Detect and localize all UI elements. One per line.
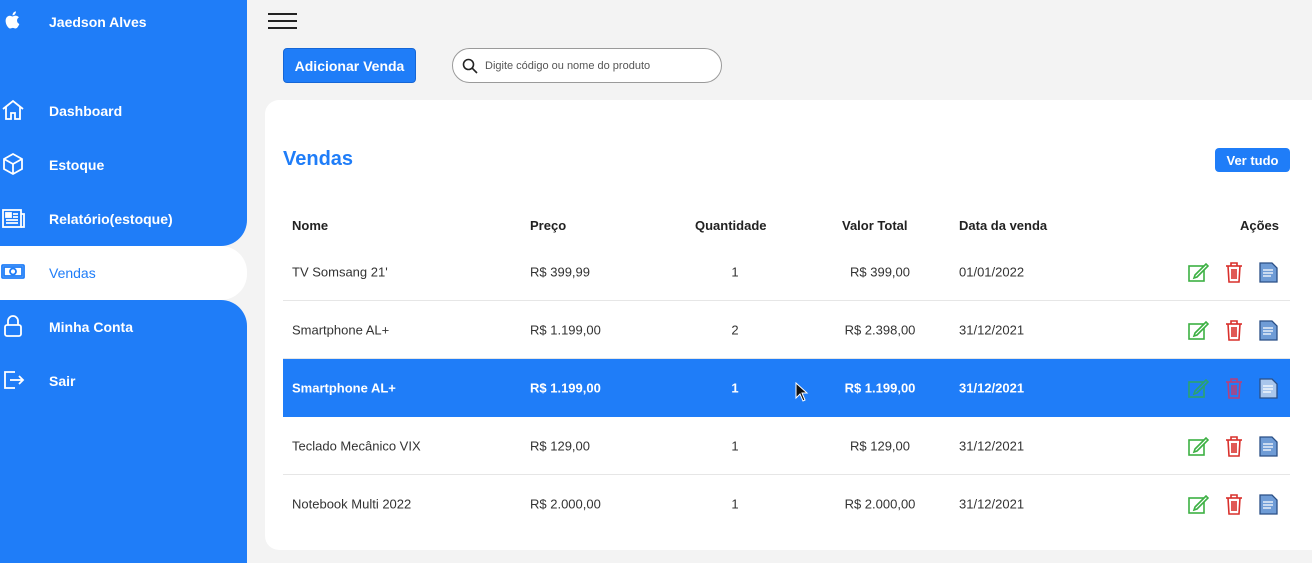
- cell-quantidade-value: 1: [731, 438, 739, 453]
- sidebar-item-minha-conta[interactable]: Minha Conta: [0, 312, 247, 342]
- add-sale-button[interactable]: Adicionar Venda: [283, 48, 416, 83]
- table-row-selected[interactable]: Smartphone AL+ R$ 1.199,00 1 R$ 1.199,00…: [283, 359, 1290, 417]
- cell-valor-total-value: R$ 399,00: [850, 264, 910, 279]
- search-box: [452, 48, 722, 83]
- column-header-preco: Preço: [530, 218, 567, 233]
- cell-preco: R$ 1.199,00: [530, 380, 601, 395]
- hamburger-line: [268, 13, 297, 15]
- document-icon[interactable]: [1257, 260, 1279, 284]
- delete-icon[interactable]: [1223, 376, 1245, 400]
- column-header-nome: Nome: [292, 218, 329, 233]
- search-icon: [462, 58, 478, 74]
- sidebar-item-estoque[interactable]: Estoque: [0, 150, 247, 180]
- box-icon: [3, 152, 23, 176]
- column-header-valor-total: Valor Total: [842, 218, 908, 233]
- document-icon[interactable]: [1257, 492, 1279, 516]
- edit-icon[interactable]: [1187, 260, 1209, 284]
- edit-icon[interactable]: [1187, 318, 1209, 342]
- sidebar-item-label: Estoque: [49, 157, 105, 173]
- view-all-button[interactable]: Ver tudo: [1215, 148, 1290, 172]
- delete-icon[interactable]: [1223, 318, 1245, 342]
- sidebar-item-label: Minha Conta: [49, 319, 133, 335]
- cell-quantidade-value: 1: [731, 264, 739, 279]
- cell-nome: Smartphone AL+: [292, 380, 396, 395]
- cell-quantidade: 1: [731, 264, 738, 279]
- cell-valor-total-value: R$ 129,00: [850, 438, 910, 453]
- sidebar-item-sair[interactable]: Sair: [0, 366, 247, 396]
- cell-preco: R$ 129,00: [530, 438, 590, 453]
- apple-logo-icon: [5, 11, 20, 29]
- cell-nome: Notebook Multi 2022: [292, 496, 412, 512]
- cell-valor-total-value: R$ 2.398,00: [844, 322, 916, 337]
- cell-data: 31/12/2021: [959, 380, 1025, 395]
- home-icon: [2, 99, 24, 120]
- cell-quantidade-value: 1: [731, 380, 739, 395]
- sidebar: Jaedson Alves Dashboard Estoque Relatóri…: [0, 0, 247, 563]
- edit-icon[interactable]: [1187, 434, 1209, 458]
- table-row[interactable]: Notebook Multi 2022 R$ 2.000,00 1 R$ 2.0…: [283, 475, 1290, 533]
- sidebar-item-relatorio[interactable]: Relatório(estoque): [0, 204, 247, 234]
- user-profile: Jaedson Alves: [0, 6, 247, 36]
- table-row[interactable]: TV Somsang 21' R$ 399,99 1 R$ 399,00 01/…: [283, 243, 1290, 301]
- sidebar-item-label: Relatório(estoque): [49, 211, 173, 227]
- cell-valor-total: R$ 129,00: [850, 438, 910, 453]
- user-name: Jaedson Alves: [49, 14, 147, 30]
- cell-data: 31/12/2021: [959, 438, 1025, 453]
- column-header-acoes: Ações: [1240, 218, 1280, 233]
- cell-preco: R$ 2.000,00: [530, 496, 601, 512]
- delete-icon[interactable]: [1223, 260, 1245, 284]
- sidebar-item-label: Vendas: [49, 265, 96, 281]
- sidebar-item-dashboard[interactable]: Dashboard: [0, 96, 247, 126]
- mouse-cursor-icon: [795, 382, 809, 402]
- report-icon: [2, 209, 25, 228]
- menu-toggle-button[interactable]: [268, 13, 297, 29]
- cell-valor-total: R$ 399,00: [850, 264, 910, 279]
- cell-preco: R$ 1.199,00: [530, 322, 601, 337]
- hamburger-line: [268, 20, 297, 22]
- cell-data: 31/12/2021: [959, 322, 1025, 337]
- money-icon: [1, 264, 25, 279]
- sidebar-item-label: Dashboard: [49, 103, 123, 119]
- cell-data: 01/01/2022: [959, 264, 1025, 279]
- cell-nome: Teclado Mecânico VIX: [292, 438, 421, 453]
- cell-nome: TV Somsang 21': [292, 264, 388, 279]
- document-icon[interactable]: [1257, 434, 1279, 458]
- edit-icon[interactable]: [1187, 376, 1209, 400]
- table-row[interactable]: Smartphone AL+ R$ 1.199,00 2 R$ 2.398,00…: [283, 301, 1290, 359]
- document-icon[interactable]: [1257, 376, 1279, 400]
- cell-quantidade-value: 2: [731, 322, 739, 337]
- cell-valor-total: R$ 2.000,00: [845, 497, 916, 512]
- table-row[interactable]: Teclado Mecânico VIX R$ 129,00 1 R$ 129,…: [283, 417, 1290, 475]
- delete-icon[interactable]: [1223, 434, 1245, 458]
- logout-icon: [4, 371, 25, 389]
- cell-quantidade: 1: [731, 438, 738, 453]
- cell-data: 31/12/2021: [959, 496, 1025, 512]
- cell-nome: Smartphone AL+: [292, 322, 390, 337]
- column-header-data: Data da venda: [959, 218, 1048, 233]
- page-title: Vendas: [283, 148, 354, 170]
- cell-quantidade: 1: [731, 380, 738, 395]
- hamburger-line: [268, 27, 297, 29]
- lock-icon: [4, 315, 22, 337]
- document-icon[interactable]: [1257, 318, 1279, 342]
- search-input[interactable]: [485, 55, 713, 77]
- column-header-quantidade: Quantidade: [695, 218, 767, 233]
- cell-quantidade-value: 1: [731, 496, 739, 512]
- cell-valor-total: R$ 1.199,00: [845, 380, 916, 395]
- cell-valor-total: R$ 2.398,00: [845, 322, 916, 337]
- sidebar-item-label: Sair: [49, 373, 76, 389]
- sidebar-item-vendas[interactable]: Vendas: [0, 258, 247, 288]
- cell-quantidade: 1: [731, 497, 738, 512]
- cell-preco: R$ 399,99: [530, 264, 590, 279]
- cell-valor-total-value: R$ 1.199,00: [844, 380, 916, 395]
- cell-quantidade: 2: [731, 322, 738, 337]
- cell-valor-total-value: R$ 2.000,00: [844, 496, 916, 512]
- delete-icon[interactable]: [1223, 492, 1245, 516]
- edit-icon[interactable]: [1187, 492, 1209, 516]
